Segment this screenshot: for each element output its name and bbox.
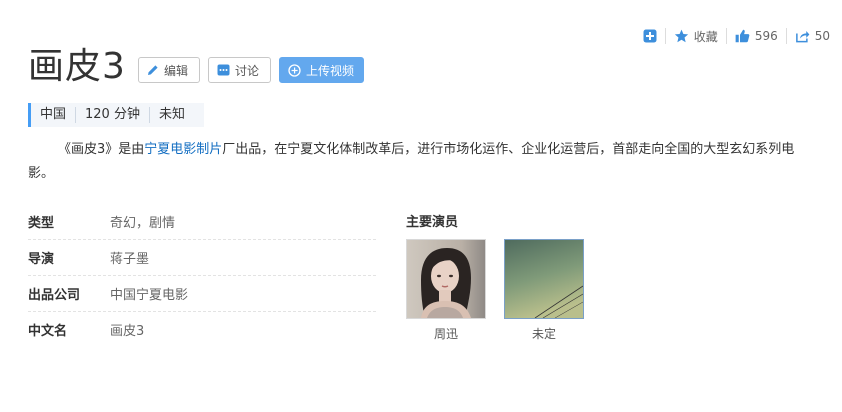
- info-value: 奇幻，剧情: [110, 216, 176, 231]
- studio-link[interactable]: 宁夏电影制片: [144, 142, 222, 157]
- summary-paragraph: 《画皮3》是由宁夏电影制片厂出品，在宁夏文化体制改革后，进行市场化运作、企业化运…: [28, 138, 818, 186]
- like-count: 596: [754, 29, 778, 43]
- info-row-director: 导演 蒋子墨: [28, 240, 376, 276]
- meta-duration: 120 分钟: [75, 107, 149, 123]
- basic-info-table: 类型 奇幻，剧情 导演 蒋子墨 出品公司 中国宁夏电影 中文名 画皮3: [28, 204, 376, 347]
- info-key: 导演: [28, 252, 55, 267]
- share-count: 50: [814, 29, 830, 43]
- collect-button[interactable]: 收藏: [666, 27, 726, 45]
- edit-button[interactable]: 编辑: [138, 57, 200, 83]
- actor-portrait-image: [407, 240, 485, 318]
- cast-title: 主要演员: [406, 215, 459, 230]
- info-value: 中国宁夏电影: [110, 288, 189, 303]
- info-key: 中文名: [28, 324, 68, 339]
- actor-photo[interactable]: [504, 239, 584, 319]
- edit-label: 编辑: [164, 63, 189, 78]
- share-button[interactable]: 50: [787, 27, 838, 45]
- actor-name[interactable]: 未定: [504, 325, 584, 342]
- meta-date: 未知: [148, 107, 194, 123]
- info-row-chinese-name: 中文名 画皮3: [28, 312, 376, 347]
- upload-label: 上传视频: [306, 63, 355, 78]
- pencil-icon: [148, 65, 158, 75]
- discuss-label: 讨论: [235, 63, 260, 78]
- star-icon: [674, 29, 688, 43]
- thumbs-up-icon: [735, 29, 750, 43]
- actor-photo[interactable]: [406, 239, 486, 319]
- meta-region: 中国: [40, 107, 67, 122]
- actor-card[interactable]: 未定: [504, 239, 584, 342]
- discuss-button[interactable]: 讨论: [208, 57, 271, 83]
- upload-video-button[interactable]: 上传视频: [279, 57, 364, 83]
- info-value: 画皮3: [110, 324, 145, 339]
- meta-strip: 中国 120 分钟 未知: [28, 103, 204, 127]
- placeholder-image: [505, 240, 583, 318]
- actor-card[interactable]: 周迅: [406, 239, 486, 342]
- chat-icon: [217, 64, 230, 76]
- like-button[interactable]: 596: [727, 27, 786, 45]
- actor-name[interactable]: 周迅: [406, 325, 486, 342]
- plus-circle-icon: [288, 63, 301, 77]
- collect-label: 收藏: [693, 29, 718, 44]
- page-title: 画皮3: [28, 46, 126, 87]
- info-value: 蒋子墨: [110, 252, 150, 267]
- share-icon: [795, 31, 810, 43]
- info-row-genre: 类型 奇幻，剧情: [28, 204, 376, 240]
- plus-square-icon: [643, 29, 657, 43]
- add-button[interactable]: [635, 27, 665, 45]
- info-key: 出品公司: [28, 288, 81, 303]
- info-key: 类型: [28, 216, 55, 231]
- action-bar: 收藏 596 50: [635, 26, 838, 46]
- info-row-company: 出品公司 中国宁夏电影: [28, 276, 376, 312]
- summary-prefix: 《画皮3》是由: [58, 142, 145, 157]
